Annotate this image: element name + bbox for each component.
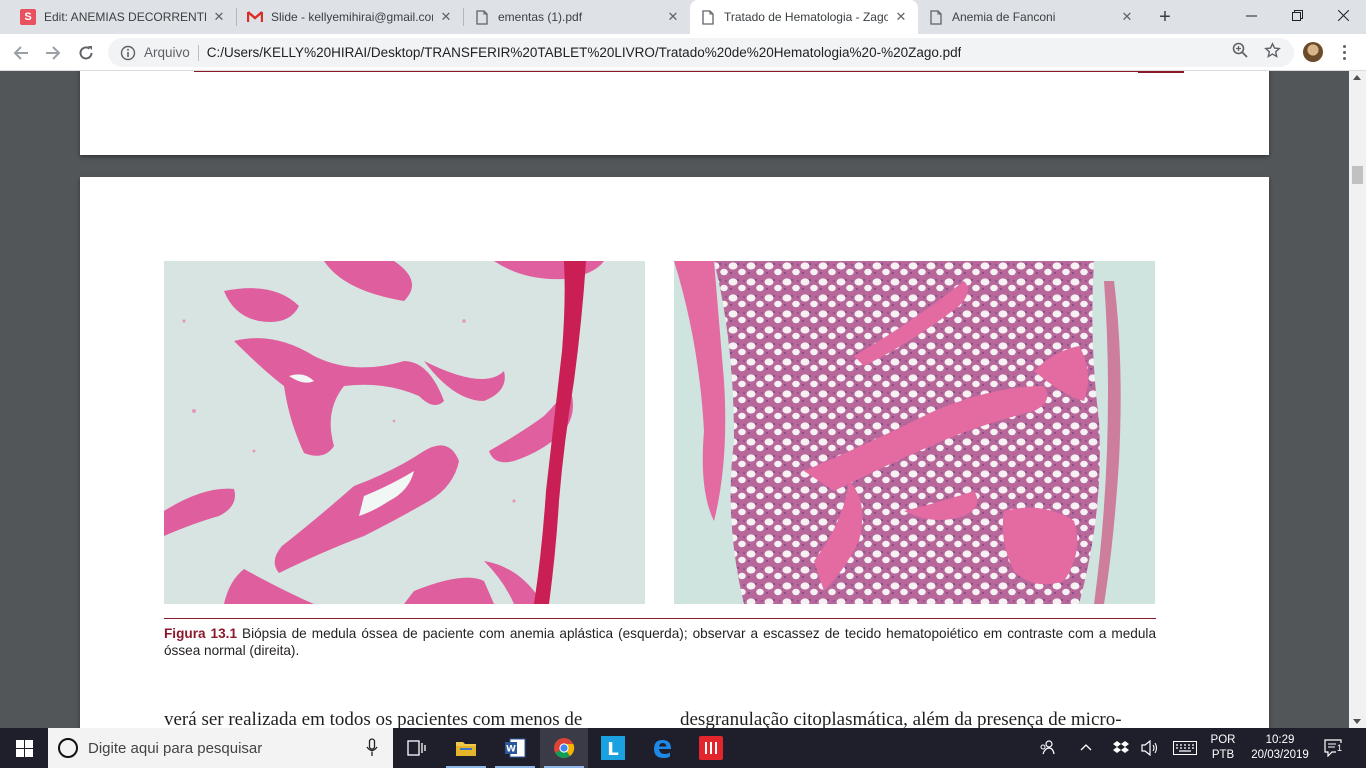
arrow-left-icon — [13, 46, 28, 60]
close-icon[interactable]: ✕ — [894, 9, 908, 25]
people-icon[interactable] — [1039, 739, 1055, 755]
input-language[interactable]: POR PTB — [1206, 733, 1240, 763]
l-app[interactable]: L — [589, 728, 637, 768]
close-icon[interactable]: ✕ — [666, 9, 680, 25]
reload-icon — [79, 46, 93, 60]
svg-text:L: L — [607, 739, 618, 760]
header-rule — [194, 71, 1184, 72]
svg-text:W: W — [506, 745, 516, 755]
tab-ementas[interactable]: ementas (1).pdf ✕ — [464, 0, 690, 34]
figure-caption-label: Figura 13.1 — [164, 626, 238, 641]
scroll-thumb[interactable] — [1352, 166, 1363, 184]
gmail-icon — [247, 9, 263, 25]
restore-icon — [1291, 9, 1303, 21]
close-icon — [1337, 9, 1349, 21]
red-app[interactable] — [687, 728, 735, 768]
l-app-icon: L — [601, 736, 625, 760]
header-rule-accent — [1138, 71, 1184, 73]
tab-title: Edit: ANEMIAS DECORRENTES — [44, 10, 206, 24]
back-button[interactable] — [8, 40, 34, 66]
pdf-page-previous — [80, 71, 1269, 155]
keyboard-layout: PTB — [1211, 749, 1235, 761]
word-app[interactable]: W — [491, 728, 539, 768]
taskbar-search[interactable]: Digite aqui para pesquisar — [48, 728, 393, 768]
task-view-button[interactable] — [393, 728, 441, 768]
cortana-icon — [58, 738, 78, 758]
restore-button[interactable] — [1274, 0, 1320, 30]
red-app-icon — [699, 736, 723, 760]
windows-taskbar: Digite aqui para pesquisar W L POR PTB 1… — [0, 728, 1366, 768]
edge-icon — [654, 740, 671, 758]
tab-strip: S Edit: ANEMIAS DECORRENTES ✕ Slide - ke… — [0, 0, 1366, 34]
close-icon[interactable]: ✕ — [1120, 9, 1134, 25]
divider — [197, 44, 199, 61]
scheme-label: Arquivo — [144, 45, 190, 60]
folder-icon — [456, 742, 476, 756]
document-icon — [474, 9, 490, 25]
volume-icon[interactable] — [1141, 740, 1159, 756]
document-icon — [700, 9, 716, 25]
body-text-left-column: verá ser realizada em todos os pacientes… — [164, 709, 583, 728]
vertical-scrollbar[interactable] — [1349, 71, 1366, 728]
pdf-viewer: Figura 13.1 Biópsia de medula óssea de p… — [0, 71, 1366, 728]
windows-logo-icon — [15, 739, 33, 757]
window-close-button[interactable] — [1320, 0, 1366, 30]
url-text[interactable]: C:/Users/KELLY%20HIRAI/Desktop/TRANSFERI… — [207, 45, 962, 60]
dropbox-icon[interactable] — [1113, 740, 1129, 754]
notification-count: 1 — [1336, 743, 1344, 753]
tab-title: Tratado de Hematologia - Zago.pdf — [724, 10, 888, 24]
word-icon: W — [505, 738, 526, 758]
microphone-icon[interactable] — [366, 738, 378, 758]
forward-button[interactable] — [40, 40, 66, 66]
menu-dots-icon[interactable] — [1334, 40, 1354, 64]
tab-anemia-fanconi[interactable]: Anemia de Fanconi ✕ — [918, 0, 1144, 34]
chrome-icon — [554, 738, 575, 759]
arrow-right-icon — [46, 46, 61, 60]
bookmark-star-icon[interactable] — [1263, 41, 1281, 59]
notification-center-button[interactable]: 1 — [1324, 739, 1344, 760]
caption-rule — [164, 618, 1156, 619]
start-button[interactable] — [0, 728, 48, 768]
keyboard-icon[interactable] — [1173, 741, 1197, 755]
figure-caption-text: Biópsia de medula óssea de paciente com … — [164, 626, 1156, 658]
figure-caption: Figura 13.1 Biópsia de medula óssea de p… — [164, 626, 1156, 659]
reload-button[interactable] — [73, 40, 99, 66]
tab-title: Anemia de Fanconi — [952, 10, 1056, 24]
document-icon — [928, 9, 944, 25]
close-icon[interactable]: ✕ — [439, 9, 453, 25]
clock-date: 20/03/2019 — [1251, 749, 1309, 761]
minimize-button[interactable] — [1228, 0, 1274, 30]
profile-avatar[interactable] — [1303, 42, 1323, 62]
tab-gmail-slide[interactable]: Slide - kellyemihirai@gmail.com ✕ — [237, 0, 463, 34]
scroll-up-icon[interactable] — [1353, 75, 1361, 80]
file-explorer-app[interactable] — [442, 728, 490, 768]
language-code: POR — [1210, 734, 1236, 746]
new-tab-button[interactable]: + — [1154, 6, 1176, 28]
task-view-icon — [407, 740, 426, 756]
zoom-icon[interactable] — [1231, 41, 1249, 59]
micrograph-aplastic-marrow — [164, 261, 645, 604]
sway-icon: S — [20, 9, 36, 25]
pdf-page-current: Figura 13.1 Biópsia de medula óssea de p… — [80, 177, 1269, 728]
tab-title: Slide - kellyemihirai@gmail.com — [271, 10, 433, 24]
micrograph-normal-marrow — [674, 261, 1155, 604]
chrome-app[interactable] — [540, 728, 588, 768]
tab-tratado-hematologia[interactable]: Tratado de Hematologia - Zago.pdf ✕ — [690, 0, 918, 34]
clock[interactable]: 10:29 20/03/2019 — [1242, 733, 1318, 763]
browser-toolbar: Arquivo C:/Users/KELLY%20HIRAI/Desktop/T… — [0, 34, 1366, 71]
info-icon[interactable] — [120, 45, 136, 61]
scroll-down-icon[interactable] — [1353, 719, 1361, 724]
address-bar[interactable]: Arquivo C:/Users/KELLY%20HIRAI/Desktop/T… — [108, 38, 1294, 67]
tab-edit-anemias[interactable]: S Edit: ANEMIAS DECORRENTES ✕ — [10, 0, 236, 34]
close-icon[interactable]: ✕ — [212, 9, 226, 25]
search-placeholder: Digite aqui para pesquisar — [88, 739, 263, 757]
chevron-up-icon[interactable] — [1080, 743, 1092, 751]
minimize-icon — [1245, 15, 1257, 16]
tab-title: ementas (1).pdf — [498, 10, 583, 24]
edge-app[interactable] — [638, 728, 686, 768]
clock-time: 10:29 — [1265, 734, 1295, 746]
body-text-right-column: desgranulação citoplasmática, além da pr… — [680, 709, 1122, 728]
